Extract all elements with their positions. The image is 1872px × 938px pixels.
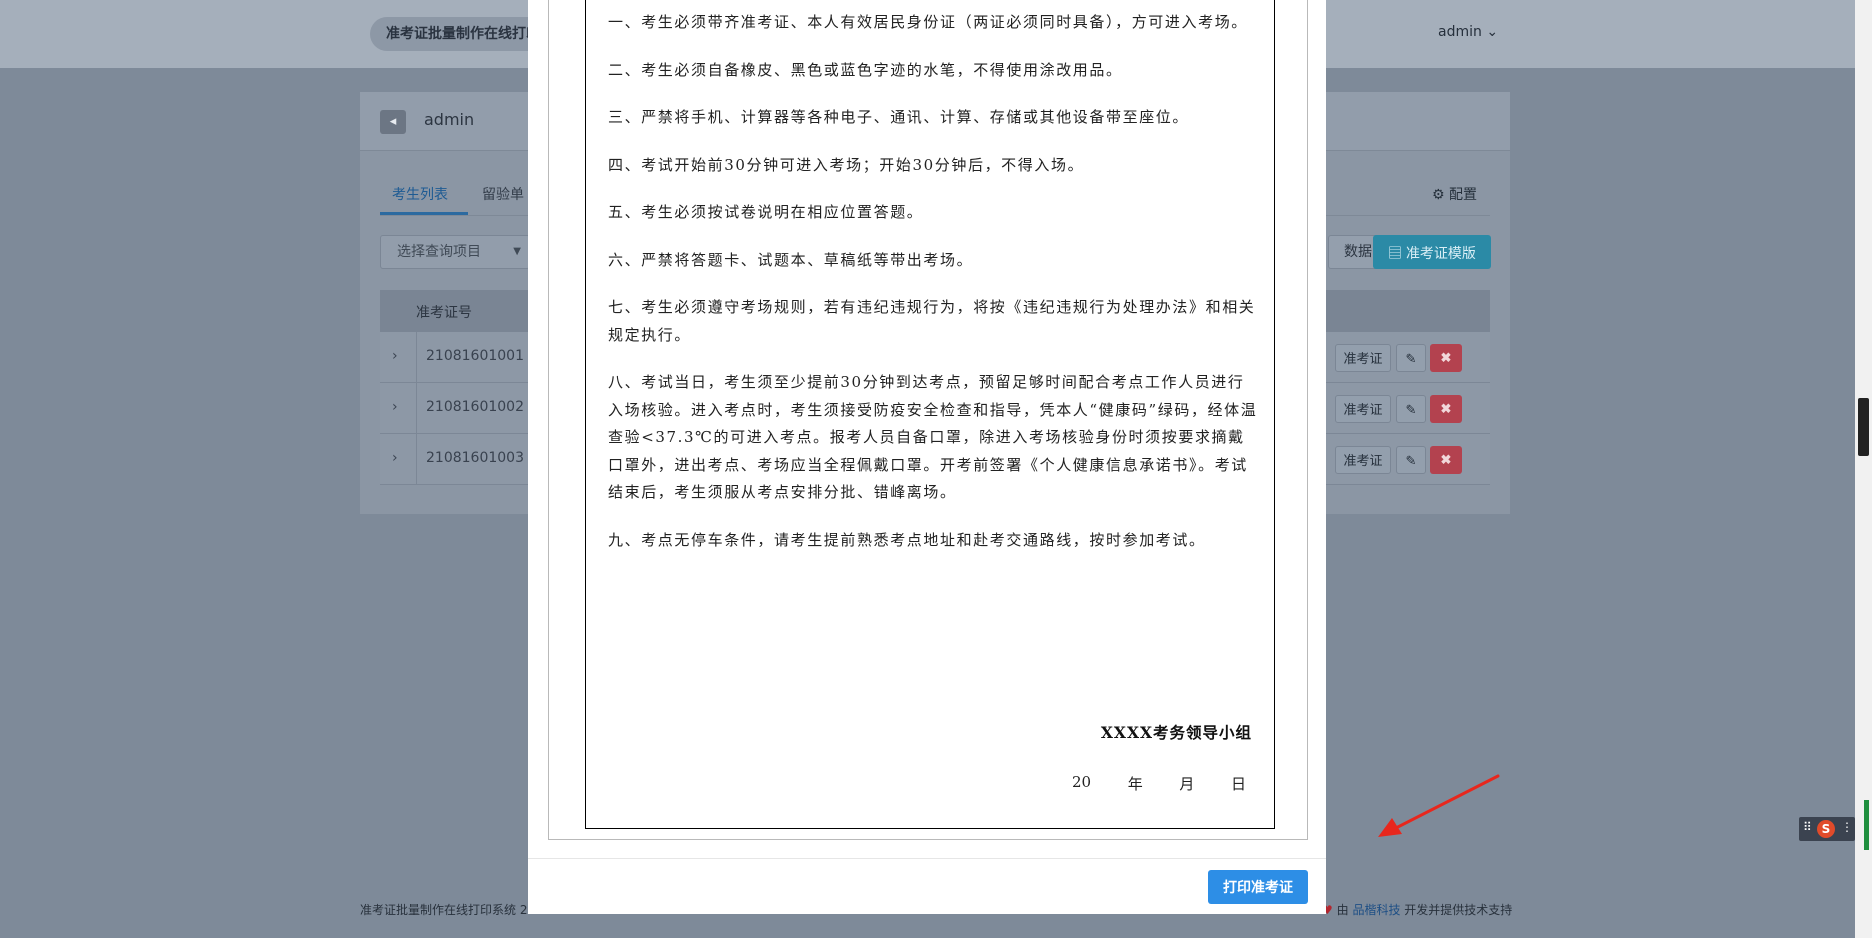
card-icon: ▤	[1388, 245, 1406, 261]
edit-pencil-icon[interactable]: ✎	[1396, 344, 1426, 372]
rule-item: 三、严禁将手机、计算器等各种电子、通讯、计算、存储或其他设备带至座位。	[608, 108, 1190, 126]
footer-suffix: 开发并提供技术支持	[1404, 903, 1513, 917]
keyboard-grid-icon[interactable]: ⠿	[1803, 820, 1812, 834]
query-select-value: 选择查询项目	[397, 244, 481, 260]
exam-rules: 一、考生必须带齐准考证、本人有效居民身份证（两证必须同时具备），方可进入考场。 …	[608, 9, 1258, 574]
template-button-label: 准考证模版	[1405, 245, 1476, 261]
rule-item: 七、考生必须遵守考场规则，若有违纪违规行为，将按《违纪违规行为处理办法》和相关规…	[608, 298, 1256, 344]
template-button[interactable]: ▤ 准考证模版	[1373, 235, 1491, 269]
rule-item: 八、考试当日，考生须至少提前30分钟到达考点，预留足够时间配合考点工作人员进行入…	[608, 373, 1258, 501]
back-circle-icon: ◂	[389, 114, 397, 129]
caret-down-icon: ▼	[513, 246, 521, 257]
date-month-label: 月	[1179, 775, 1195, 793]
date-day-label: 日	[1230, 775, 1246, 793]
ticket-rules-box: 一、考生必须带齐准考证、本人有效居民身份证（两证必须同时具备），方可进入考场。 …	[585, 0, 1275, 829]
signature-org: XXXX考务领导小组	[1100, 723, 1252, 742]
admission-ticket-button[interactable]: 准考证	[1335, 446, 1391, 474]
card-title: admin	[424, 110, 475, 129]
query-select[interactable]: 选择查询项目 ▼	[380, 235, 530, 269]
config-link[interactable]: ⚙ 配置	[1432, 184, 1477, 204]
date-year-label: 年	[1127, 775, 1143, 793]
chevron-down-icon: ⌄	[1486, 24, 1499, 40]
scrollbar-thumb-marker	[1864, 800, 1869, 850]
edit-pencil-icon[interactable]: ✎	[1396, 395, 1426, 423]
ime-toolbar[interactable]: ⠿ S ⋮	[1799, 817, 1855, 841]
more-dots-icon[interactable]: ⋮	[1841, 820, 1853, 834]
ticket-number: 21081601001	[426, 348, 524, 364]
scrollbar-thumb[interactable]	[1858, 398, 1869, 850]
modal-footer-divider	[528, 858, 1326, 859]
column-header-ticket-no: 准考证号	[416, 305, 472, 321]
user-menu[interactable]: admin ⌄	[1438, 24, 1498, 40]
expand-chevron-icon[interactable]: ›	[392, 399, 398, 415]
user-name: admin	[1438, 24, 1482, 40]
ticket-number: 21081601003	[426, 450, 524, 466]
delete-x-icon[interactable]: ✖	[1430, 446, 1462, 474]
column-divider	[416, 383, 417, 433]
delete-x-icon[interactable]: ✖	[1430, 395, 1462, 423]
rule-item: 九、考点无停车条件，请考生提前熟悉考点地址和赴考交通路线，按时参加考试。	[608, 530, 1206, 549]
signature-date: 20 年 月 日	[1072, 773, 1246, 794]
rule-item: 四、考试开始前30分钟可进入考场；开始30分钟后，不得入场。	[608, 155, 1085, 174]
rule-item: 一、考生必须带齐准考证、本人有效居民身份证（两证必须同时具备），方可进入考场。	[608, 13, 1248, 31]
delete-x-icon[interactable]: ✖	[1430, 344, 1462, 372]
print-admission-ticket-button[interactable]: 打印准考证	[1208, 870, 1308, 904]
rule-item: 六、严禁将答题卡、试题本、草稿纸等带出考场。	[608, 250, 974, 269]
column-divider	[416, 434, 417, 484]
footer-credit: ♥ 由 品楷科技 开发并提供技术支持	[1322, 901, 1512, 918]
admission-ticket-button[interactable]: 准考证	[1335, 395, 1391, 423]
column-divider	[416, 332, 417, 382]
footer-copyright: 准考证批量制作在线打印系统 2	[360, 903, 528, 917]
date-year-prefix: 20	[1072, 773, 1092, 791]
expand-chevron-icon[interactable]: ›	[392, 348, 398, 364]
page-scrollbar[interactable]	[1855, 0, 1872, 938]
expand-chevron-icon[interactable]: ›	[392, 450, 398, 466]
tab-student-list[interactable]: 考生列表	[392, 184, 448, 204]
edit-pencil-icon[interactable]: ✎	[1396, 446, 1426, 474]
rule-item: 二、考生必须自备橡皮、黑色或蓝色字迹的水笔，不得使用涂改用品。	[608, 60, 1123, 79]
tab-retention-form[interactable]: 留验单	[482, 184, 524, 204]
ticket-paper-frame: 一、考生必须带齐准考证、本人有效居民身份证（两证必须同时具备），方可进入考场。 …	[548, 0, 1308, 840]
ticket-number: 21081601002	[426, 399, 524, 415]
print-preview-modal: 一、考生必须带齐准考证、本人有效居民身份证（两证必须同时具备），方可进入考场。 …	[528, 0, 1326, 914]
admission-ticket-button[interactable]: 准考证	[1335, 344, 1391, 372]
back-button[interactable]: ◂	[380, 110, 406, 134]
footer-prefix: 由	[1336, 903, 1349, 917]
sogou-s-icon[interactable]: S	[1817, 820, 1835, 838]
rule-item: 五、考生必须按试卷说明在相应位置答题。	[608, 203, 924, 221]
annotation-arrow-icon	[1378, 774, 1500, 837]
brand-link[interactable]: 品楷科技	[1352, 903, 1400, 917]
